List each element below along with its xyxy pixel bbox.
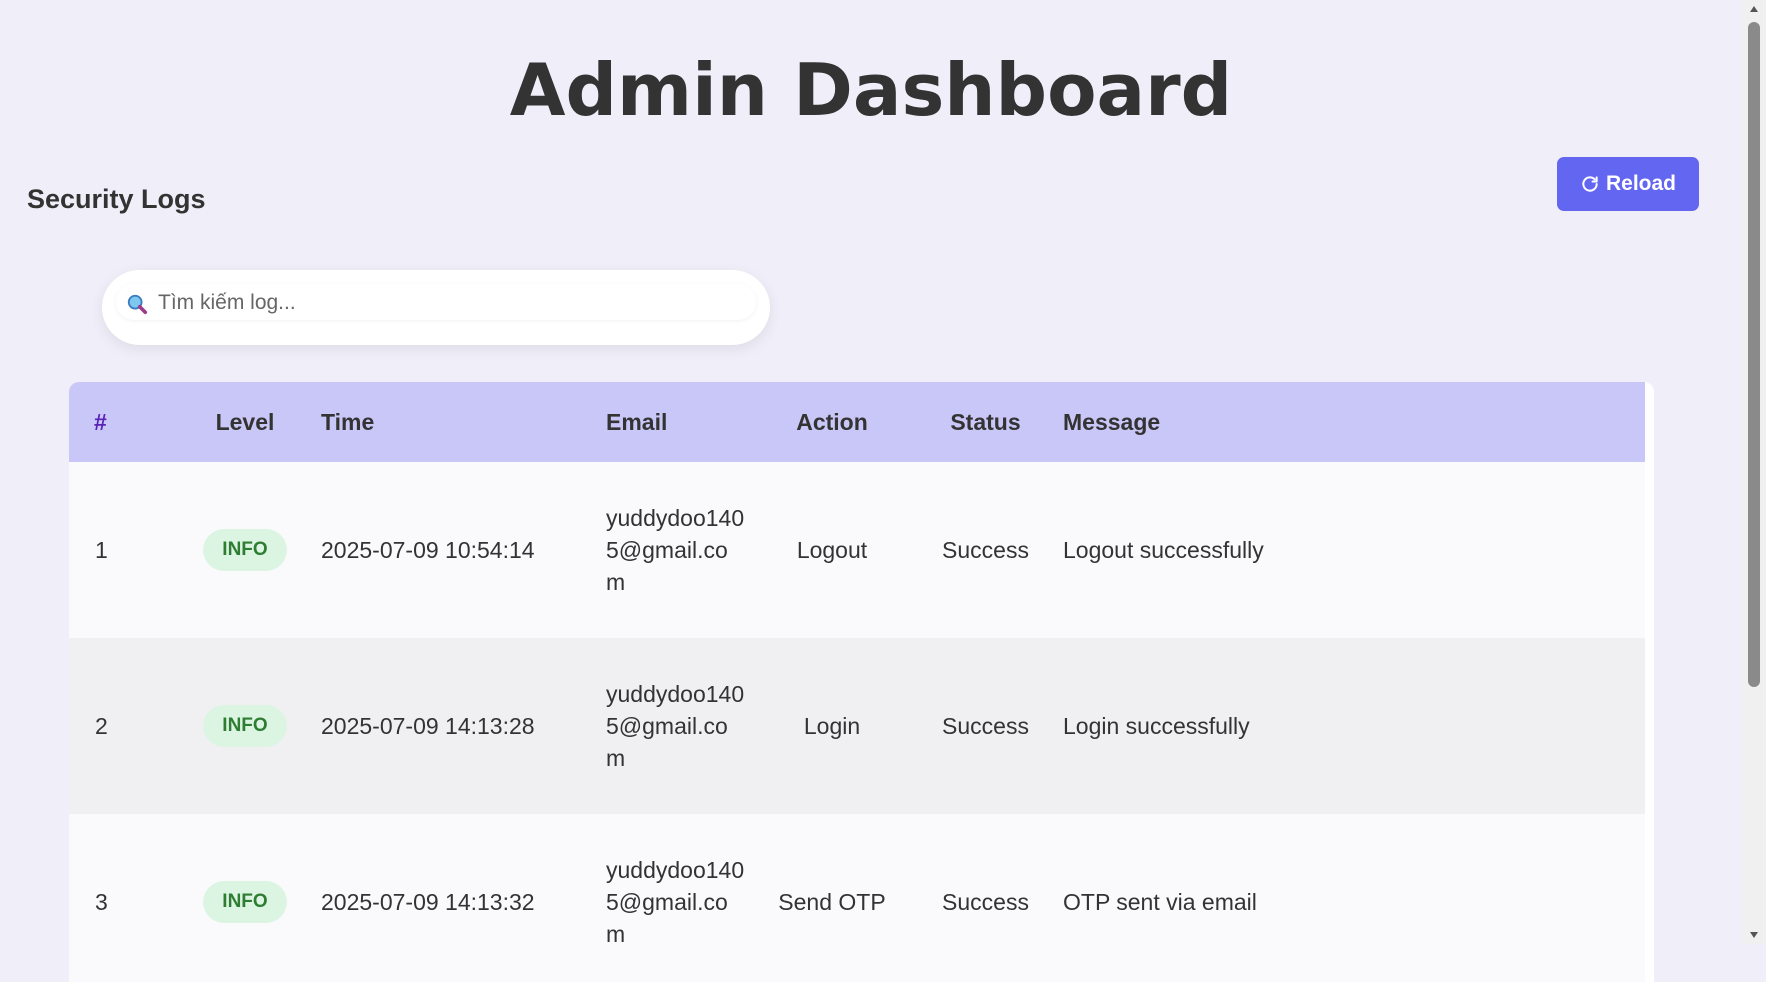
cell-message: Logout successfully <box>1063 536 1264 563</box>
cell-time: 2025-07-09 10:54:14 <box>321 536 535 563</box>
column-header-num[interactable]: # <box>69 382 169 462</box>
level-badge: INFO <box>203 881 287 923</box>
cell-time: 2025-07-09 14:13:32 <box>321 888 535 915</box>
cell-level: INFO <box>169 638 321 814</box>
refresh-icon <box>1580 174 1600 194</box>
scrollbar-thumb[interactable] <box>1748 22 1760 687</box>
table-header-row: # Level Time Email Action Status Message <box>69 382 1645 462</box>
cell-status: Success <box>942 888 1029 915</box>
scroll-down-arrow-icon[interactable] <box>1742 926 1766 944</box>
reload-button-label: Reload <box>1605 172 1676 195</box>
search-field-container <box>116 284 756 320</box>
scroll-up-arrow-icon[interactable] <box>1742 0 1766 18</box>
security-logs-table-card: # Level Time Email Action Status Message… <box>69 382 1654 982</box>
cell-action: Send OTP <box>778 888 886 915</box>
column-header-time[interactable]: Time <box>321 382 606 462</box>
column-header-level[interactable]: Level <box>169 382 321 462</box>
cell-level: INFO <box>169 462 321 638</box>
cell-email: yuddydoo1405@gmail.com <box>606 505 745 595</box>
reload-button[interactable]: Reload <box>1557 157 1699 211</box>
vertical-scrollbar[interactable] <box>1742 0 1766 944</box>
cell-email: yuddydoo1405@gmail.com <box>606 681 745 771</box>
cell-action: Logout <box>796 536 868 563</box>
search-input[interactable] <box>156 286 750 320</box>
column-header-status[interactable]: Status <box>908 382 1063 462</box>
cell-level: INFO <box>169 814 321 982</box>
cell-action: Login <box>803 712 861 739</box>
column-header-action[interactable]: Action <box>756 382 908 462</box>
column-header-message[interactable]: Message <box>1063 382 1645 462</box>
cell-status: Success <box>942 712 1029 739</box>
column-header-email[interactable]: Email <box>606 382 756 462</box>
cell-num: 3 <box>95 888 108 915</box>
page-title: Admin Dashboard <box>509 48 1233 132</box>
cell-num: 1 <box>95 536 108 563</box>
level-badge: INFO <box>203 705 287 747</box>
cell-num: 2 <box>95 712 108 739</box>
admin-dashboard-page: Admin Dashboard Security Logs Reload Tìm… <box>0 0 1742 982</box>
level-badge: INFO <box>203 529 287 571</box>
table-row: 1 INFO 2025-07-09 10:54:14 yuddydoo1405@… <box>69 462 1645 638</box>
cell-message: Login successfully <box>1063 712 1250 739</box>
table-row: 2 INFO 2025-07-09 14:13:28 yuddydoo1405@… <box>69 638 1645 814</box>
cell-time: 2025-07-09 14:13:28 <box>321 712 535 739</box>
cell-message: OTP sent via email <box>1063 888 1257 915</box>
security-logs-table: # Level Time Email Action Status Message… <box>69 382 1645 982</box>
table-row: 3 INFO 2025-07-09 14:13:32 yuddydoo1405@… <box>69 814 1645 982</box>
cell-status: Success <box>942 536 1029 563</box>
section-title: Security Logs <box>27 184 206 214</box>
search-box <box>102 270 770 345</box>
search-icon <box>126 293 148 315</box>
cell-email: yuddydoo1405@gmail.com <box>606 857 745 947</box>
